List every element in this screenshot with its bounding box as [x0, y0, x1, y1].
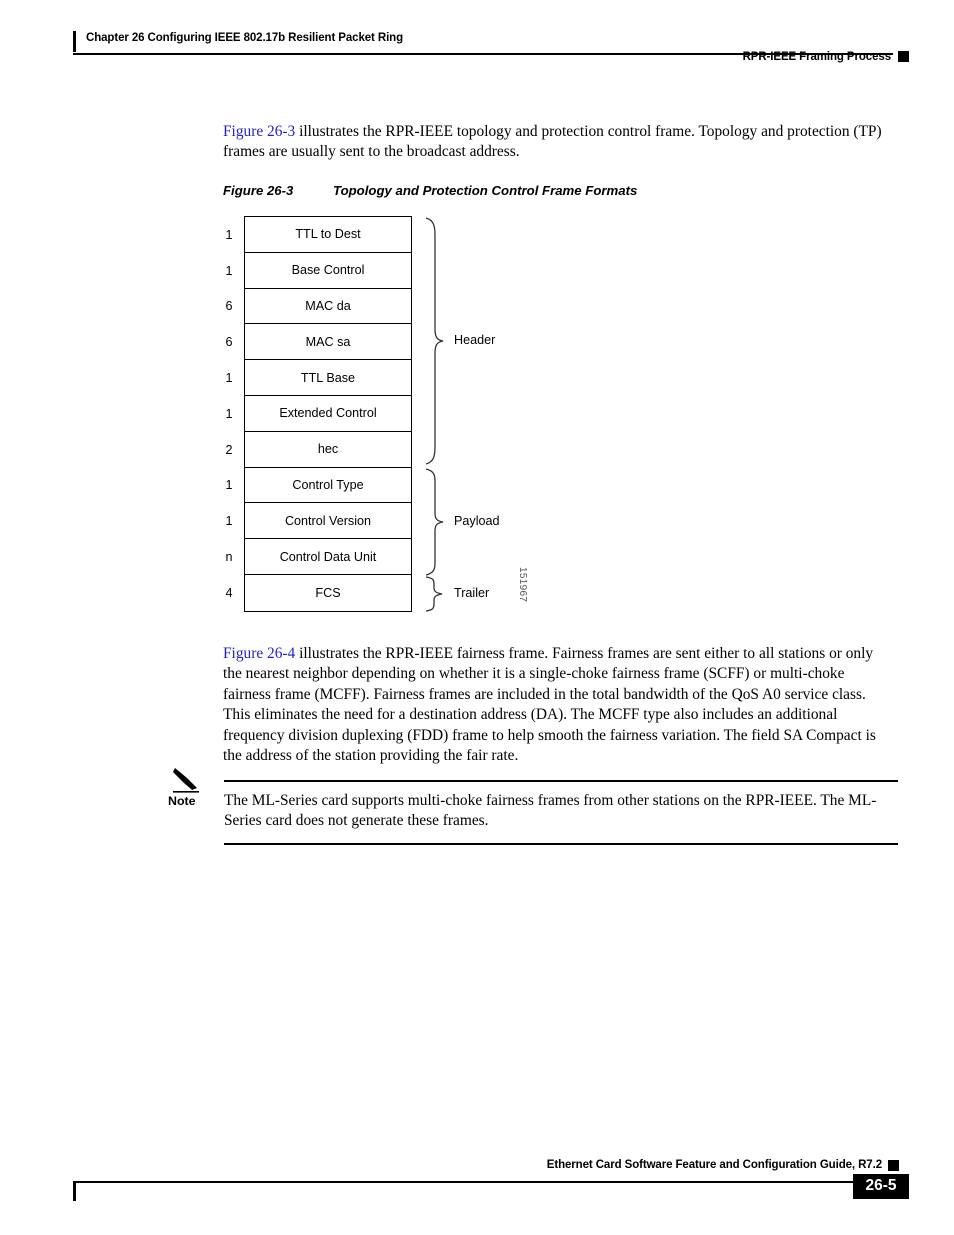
frame-field-size: 1 [225, 371, 233, 386]
frame-field-row: 1 TTL to Dest [225, 217, 411, 253]
frame-field-label: Control Version [284, 513, 372, 528]
footer-rule [73, 1181, 893, 1183]
header-left-rule-bar [73, 31, 76, 52]
header-square-marker [898, 51, 909, 62]
frame-format-diagram: 1 TTL to Dest 1 Base Control 6 MAC da 6 … [218, 216, 558, 616]
frame-field-size: 1 [225, 263, 233, 278]
frame-field-size: 6 [225, 299, 233, 314]
group-label-payload: Payload [454, 514, 500, 528]
frame-field-size: 1 [225, 227, 233, 242]
document-page: Chapter 26 Configuring IEEE 802.17b Resi… [0, 0, 954, 1235]
figure-art-id: 151967 [517, 567, 528, 603]
frame-field-label: MAC da [305, 298, 351, 313]
figure-caption: Figure 26-3 Topology and Protection Contr… [223, 183, 637, 198]
frame-field-size: 1 [225, 406, 233, 421]
note-rule-bottom [224, 843, 898, 845]
frame-field-row: 1 Control Version [225, 503, 411, 540]
frame-field-label: Control Type [292, 477, 364, 492]
frame-field-label: MAC sa [305, 334, 351, 349]
frame-field-row: 4 FCS [225, 575, 411, 611]
frame-field-label: Base Control [291, 263, 365, 278]
frame-field-label: TTL Base [300, 370, 356, 385]
frame-field-label: hec [317, 442, 339, 457]
pencil-icon [173, 768, 199, 793]
intro-paragraph: Figure 26-3 illustrates the RPR-IEEE top… [223, 122, 895, 163]
brace-shapes [425, 217, 444, 612]
frame-field-row: 1 Extended Control [225, 396, 411, 432]
footer-square-marker [888, 1160, 899, 1171]
frame-field-label: TTL to Dest [295, 227, 361, 242]
frame-field-row: 1 Control Type [225, 468, 411, 504]
frame-field-stack: 1 TTL to Dest 1 Base Control 6 MAC da 6 … [225, 216, 412, 612]
intro-paragraph-text: illustrates the RPR-IEEE topology and pr… [223, 123, 882, 161]
figure-26-4-xref-link[interactable]: Figure 26-4 [223, 645, 295, 662]
frame-field-row: n Control Data Unit [225, 539, 411, 575]
frame-field-row: 6 MAC sa [225, 324, 411, 361]
frame-field-size: 1 [225, 514, 233, 529]
frame-field-size: 6 [225, 335, 233, 350]
frame-field-row: 2 hec [225, 432, 411, 468]
group-label-trailer: Trailer [454, 586, 490, 600]
frame-field-label: FCS [315, 585, 341, 600]
fairness-frame-paragraph: Figure 26-4 illustrates the RPR-IEEE fai… [223, 644, 895, 766]
frame-field-label: Extended Control [279, 406, 377, 421]
figure-caption-number: Figure 26-3 [223, 183, 294, 198]
frame-group-braces: Header Payload Trailer [418, 216, 558, 616]
frame-field-label: Control Data Unit [279, 549, 377, 564]
footer-guide-title: Ethernet Card Software Feature and Confi… [546, 1159, 882, 1171]
frame-field-row: 1 TTL Base [225, 360, 411, 396]
figure-caption-title: Topology and Protection Control Frame Fo… [333, 183, 638, 198]
page-number-badge: 26-5 [853, 1174, 909, 1199]
frame-field-row: 6 MAC da [225, 289, 411, 325]
fairness-frame-paragraph-text: illustrates the RPR-IEEE fairness frame.… [223, 645, 876, 765]
frame-field-size: 4 [225, 585, 233, 600]
note-rule-top [224, 780, 898, 782]
frame-field-size: 1 [225, 478, 233, 493]
header-section-title: RPR-IEEE Framing Process [742, 51, 892, 63]
figure-26-3-xref-link[interactable]: Figure 26-3 [223, 123, 295, 140]
group-label-header: Header [454, 333, 496, 347]
header-chapter-title: Chapter 26 Configuring IEEE 802.17b Resi… [86, 32, 404, 44]
footer-left-rule-bar [73, 1181, 76, 1201]
note-text: The ML-Series card supports multi-choke … [224, 792, 877, 830]
frame-field-row: 1 Base Control [225, 253, 411, 289]
note-label: Note [168, 794, 196, 808]
frame-field-size: 2 [225, 442, 233, 457]
frame-field-size: n [225, 550, 233, 565]
